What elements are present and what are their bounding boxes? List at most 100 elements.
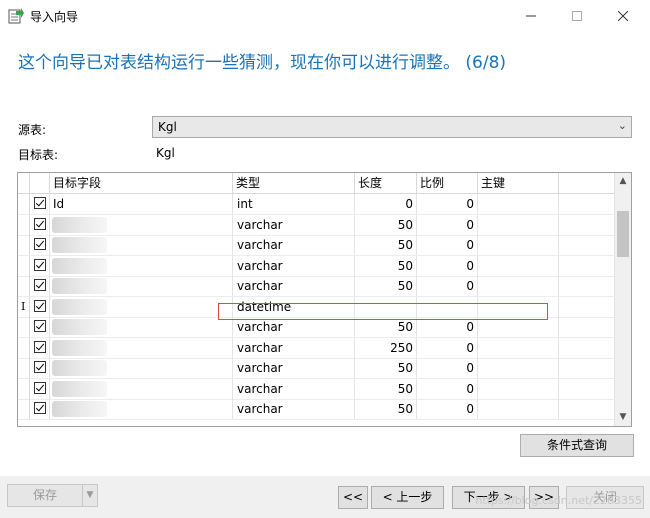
field-type-cell[interactable]: varchar [233,358,355,378]
table-row[interactable]: varchar 50 0 [18,317,615,338]
field-length-cell[interactable]: 50 [355,317,417,337]
field-primary-key-cell[interactable] [478,296,559,317]
field-length-cell[interactable]: 50 [355,358,417,378]
row-checkbox[interactable] [34,402,46,414]
field-primary-key-cell[interactable] [478,235,559,255]
field-length-cell[interactable]: 50 [355,378,417,399]
save-button[interactable]: 保存 [7,484,83,507]
field-scale-cell[interactable]: 0 [417,276,478,296]
table-row[interactable]: Idatetime [18,296,615,318]
field-scale-cell[interactable]: 0 [417,358,478,378]
source-table-select[interactable]: Kgl ⌄ [152,116,632,138]
minimize-button[interactable] [508,0,554,32]
header-scale[interactable]: 比例 [417,173,478,193]
row-indicator [18,214,30,235]
field-primary-key-cell[interactable] [478,276,559,296]
row-checkbox[interactable] [34,381,46,394]
table-row[interactable]: varchar 50 0 [18,399,615,420]
field-length-cell[interactable]: 250 [355,337,417,358]
field-scale-cell[interactable]: 0 [417,378,478,399]
previous-step-button[interactable]: < 上一步 [371,486,444,509]
row-checkbox[interactable] [34,320,46,332]
field-length-cell[interactable] [355,296,417,317]
field-length-cell[interactable]: 50 [355,276,417,296]
row-indicator [18,358,30,378]
title-bar: 导入向导 [0,0,650,32]
save-dropdown-button[interactable]: ▼ [82,484,98,507]
table-row[interactable]: varchar 50 0 [18,276,615,297]
row-checkbox-cell [30,399,50,419]
row-checkbox[interactable] [34,340,46,353]
field-primary-key-cell[interactable] [478,255,559,276]
field-primary-key-cell[interactable] [478,194,559,214]
field-length-cell[interactable]: 0 [355,194,417,214]
row-checkbox-cell [30,194,50,214]
chevron-down-icon: ⌄ [617,119,627,132]
field-scale-cell[interactable]: 0 [417,235,478,255]
field-primary-key-cell[interactable] [478,399,559,419]
table-row[interactable]: varchar 50 0 [18,214,615,236]
field-primary-key-cell[interactable] [478,317,559,337]
row-checkbox[interactable] [34,258,46,271]
field-scale-cell[interactable]: 0 [417,255,478,276]
field-type-cell[interactable]: varchar [233,378,355,399]
table-row[interactable]: varchar 50 0 [18,235,615,256]
field-type-cell[interactable]: int [233,194,355,214]
header-length[interactable]: 长度 [355,173,417,193]
field-grid: 目标字段 类型 长度 比例 主键 Id int 0 0 varchar 50 0 varcha… [17,172,632,427]
header-primary-key[interactable]: 主键 [478,173,559,193]
row-checkbox[interactable] [34,361,46,373]
first-step-button[interactable]: << [338,486,368,509]
field-primary-key-cell[interactable] [478,378,559,399]
field-scale-cell[interactable]: 0 [417,399,478,419]
row-checkbox-cell [30,235,50,255]
row-checkbox[interactable] [34,197,46,209]
field-scale-cell[interactable]: 0 [417,337,478,358]
scroll-up-icon[interactable]: ▲ [615,173,631,190]
field-type-cell[interactable]: varchar [233,214,355,235]
scroll-down-icon[interactable]: ▼ [615,409,631,426]
row-indicator: I [18,296,30,317]
field-scale-cell[interactable]: 0 [417,214,478,235]
field-length-cell[interactable]: 50 [355,235,417,255]
field-length-cell[interactable]: 50 [355,214,417,235]
row-checkbox-cell [30,378,50,399]
field-primary-key-cell[interactable] [478,214,559,235]
field-type-cell[interactable]: varchar [233,235,355,255]
maximize-button[interactable] [554,0,600,32]
table-row[interactable]: varchar 50 0 [18,358,615,379]
field-name-cell[interactable]: Id [50,194,233,214]
grid-vertical-scrollbar[interactable]: ▲ ▼ [614,173,631,426]
row-checkbox[interactable] [34,217,46,230]
row-indicator [18,255,30,276]
scrollbar-thumb[interactable] [617,211,629,257]
table-row[interactable]: varchar 50 0 [18,255,615,277]
field-primary-key-cell[interactable] [478,337,559,358]
field-scale-cell[interactable] [417,296,478,317]
row-checkbox[interactable] [34,279,46,291]
field-primary-key-cell[interactable] [478,358,559,378]
header-indicator [18,173,30,193]
field-length-cell[interactable]: 50 [355,399,417,419]
table-row[interactable]: varchar 250 0 [18,337,615,359]
source-table-label: 源表: [18,123,47,137]
row-checkbox[interactable] [34,238,46,250]
table-row[interactable]: Id int 0 0 [18,194,615,215]
table-row[interactable]: varchar 50 0 [18,378,615,400]
close-window-button[interactable] [600,0,646,32]
field-scale-cell[interactable]: 0 [417,194,478,214]
field-type-cell[interactable]: varchar [233,317,355,337]
header-target-field[interactable]: 目标字段 [50,173,233,193]
field-type-cell[interactable]: varchar [233,276,355,296]
window-title: 导入向导 [30,10,79,24]
row-checkbox-cell [30,358,50,378]
field-type-cell[interactable]: datetime [233,296,355,317]
row-checkbox[interactable] [34,299,46,312]
field-length-cell[interactable]: 50 [355,255,417,276]
field-type-cell[interactable]: varchar [233,399,355,419]
header-type[interactable]: 类型 [233,173,355,193]
field-type-cell[interactable]: varchar [233,337,355,358]
field-scale-cell[interactable]: 0 [417,317,478,337]
field-type-cell[interactable]: varchar [233,255,355,276]
conditional-query-button[interactable]: 条件式查询 [520,434,634,457]
